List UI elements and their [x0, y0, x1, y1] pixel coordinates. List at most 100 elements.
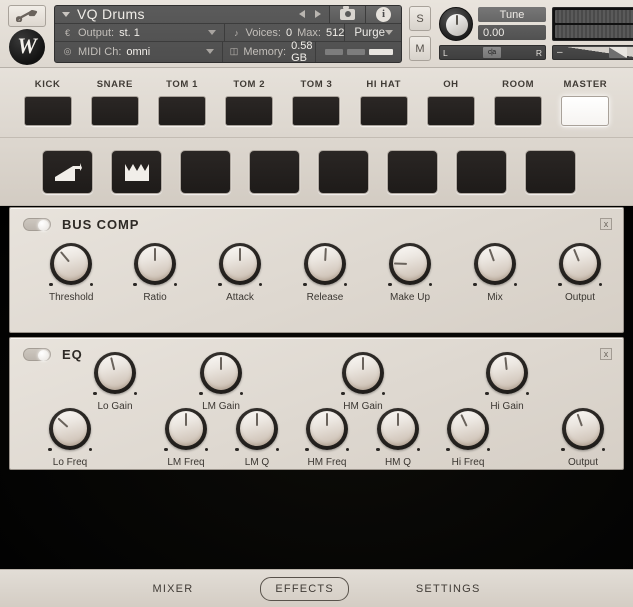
- info-button[interactable]: i: [365, 5, 401, 24]
- knob-dial[interactable]: [133, 243, 177, 286]
- instrument-name-cell[interactable]: VQ Drums: [55, 6, 299, 22]
- knob-lm-q[interactable]: LM Q: [235, 408, 279, 468]
- channel-strip-tom-1[interactable]: TOM 1: [148, 79, 215, 126]
- knob-dial[interactable]: [485, 352, 529, 395]
- knob-dial[interactable]: [561, 408, 605, 451]
- output-dropdown-icon[interactable]: [208, 30, 217, 36]
- knob-dial[interactable]: [388, 243, 432, 286]
- prev-arrow-icon[interactable]: [299, 10, 305, 19]
- pan-center-thumb[interactable]: c|a: [482, 47, 501, 58]
- knob-dial[interactable]: [303, 243, 347, 286]
- knob-hm-freq[interactable]: HM Freq: [305, 408, 349, 468]
- fx-slot-8[interactable]: [525, 149, 576, 194]
- bus-comp-close-icon[interactable]: x: [600, 218, 612, 230]
- knob-hm-gain[interactable]: HM Gain: [341, 352, 385, 412]
- knob-release[interactable]: Release: [303, 243, 347, 303]
- tab-effects[interactable]: EFFECTS: [260, 576, 349, 601]
- knob-mix[interactable]: Mix: [473, 243, 517, 303]
- purge-dropdown[interactable]: Purge: [345, 27, 401, 39]
- fx-slot-2[interactable]: [111, 149, 162, 194]
- knob-hi-freq[interactable]: Hi Freq: [446, 408, 490, 468]
- knob-ratio[interactable]: Ratio: [133, 243, 177, 303]
- knob-max-dot: [345, 447, 349, 451]
- fx-slot-6[interactable]: [387, 149, 438, 194]
- channel-strip-oh[interactable]: OH: [417, 79, 484, 126]
- tune-value[interactable]: 0.00: [478, 25, 546, 40]
- eq-power-toggle[interactable]: [23, 348, 51, 361]
- purge-caret-icon[interactable]: [385, 30, 393, 36]
- channel-strip-tom-2[interactable]: TOM 2: [216, 79, 283, 126]
- fx-slot-5[interactable]: [318, 149, 369, 194]
- midi-dropdown-icon[interactable]: [205, 49, 214, 55]
- channel-select-button[interactable]: [494, 96, 543, 126]
- knob-dial[interactable]: [235, 408, 279, 451]
- knob-dial[interactable]: [446, 408, 490, 451]
- wrench-icon[interactable]: [8, 4, 46, 27]
- eq-close-icon[interactable]: x: [600, 348, 612, 360]
- channel-select-button[interactable]: [225, 96, 274, 126]
- knob-output[interactable]: Output: [558, 243, 602, 303]
- solo-button[interactable]: S: [409, 6, 431, 31]
- knob-dial[interactable]: [376, 408, 420, 451]
- fx-slot-1[interactable]: [42, 149, 93, 194]
- knob-label: HM Q: [384, 457, 412, 468]
- pan-slider[interactable]: L c|a R: [439, 45, 546, 60]
- knob-lm-freq[interactable]: LM Freq: [164, 408, 208, 468]
- knob-dial[interactable]: [341, 352, 385, 395]
- channel-select-button[interactable]: [561, 96, 610, 126]
- knob-threshold[interactable]: Threshold: [49, 243, 93, 303]
- knob-dial[interactable]: [93, 352, 137, 395]
- volume-slider-thumb[interactable]: [609, 47, 627, 58]
- channel-strip-master[interactable]: MASTER: [552, 79, 619, 126]
- volume-slider[interactable]: – +: [552, 45, 633, 60]
- channel-strip-kick[interactable]: KICK: [14, 79, 81, 126]
- fx-slot-3[interactable]: [180, 149, 231, 194]
- knob-lo-freq[interactable]: Lo Freq: [48, 408, 92, 468]
- fx-slot-7[interactable]: [456, 149, 507, 194]
- wrench-glyph: [16, 9, 38, 22]
- knob-dial[interactable]: [305, 408, 349, 451]
- knob-dial[interactable]: [218, 243, 262, 286]
- tune-knob[interactable]: [439, 7, 473, 41]
- knob-hi-gain[interactable]: Hi Gain: [485, 352, 529, 412]
- channel-strip-room[interactable]: ROOM: [485, 79, 552, 126]
- channel-select-button[interactable]: [292, 96, 341, 126]
- knob-make-up[interactable]: Make Up: [388, 243, 432, 303]
- channel-select-button[interactable]: [359, 96, 408, 126]
- knob-dial[interactable]: [558, 243, 602, 286]
- tab-mixer[interactable]: MIXER: [138, 577, 209, 601]
- tab-settings[interactable]: SETTINGS: [401, 577, 496, 601]
- output-field[interactable]: € Output: st. 1: [55, 24, 226, 42]
- snapshot-button[interactable]: [329, 5, 365, 24]
- knob-attack[interactable]: Attack: [218, 243, 262, 303]
- knob-dial[interactable]: [199, 352, 243, 395]
- knob-hm-q[interactable]: HM Q: [376, 408, 420, 468]
- channel-strip-snare[interactable]: SNARE: [81, 79, 148, 126]
- knob-dial[interactable]: [49, 243, 94, 286]
- knob-indicator: [154, 248, 156, 261]
- next-arrow-icon[interactable]: [315, 10, 321, 19]
- knob-max-dot: [416, 447, 420, 451]
- knob-output[interactable]: Output: [561, 408, 605, 468]
- bus-comp-power-toggle[interactable]: [23, 218, 51, 231]
- knob-dial[interactable]: [473, 243, 517, 286]
- knob-dial[interactable]: [164, 408, 208, 451]
- channel-strip-tom-3[interactable]: TOM 3: [283, 79, 350, 126]
- knob-lm-gain[interactable]: LM Gain: [199, 352, 243, 412]
- midi-channel-field[interactable]: ◎ MIDI Ch: omni: [55, 42, 223, 62]
- channel-select-button[interactable]: [90, 96, 139, 126]
- fx-slot-4[interactable]: [249, 149, 300, 194]
- knob-dial[interactable]: [48, 408, 92, 451]
- knob-lo-gain[interactable]: Lo Gain: [93, 352, 137, 412]
- chevron-down-icon[interactable]: [62, 11, 70, 17]
- channel-select-button[interactable]: [158, 96, 207, 126]
- tune-knob-indicator: [456, 15, 458, 25]
- preset-nav-arrows[interactable]: [299, 10, 329, 19]
- memory-field: ◫ Memory: 0.58 GB: [223, 40, 316, 62]
- purge-bar-2: [347, 48, 365, 55]
- mute-button[interactable]: M: [409, 36, 431, 61]
- channel-select-button[interactable]: [426, 96, 475, 126]
- channel-strip-hi-hat[interactable]: HI HAT: [350, 79, 417, 126]
- channel-select-button[interactable]: [23, 96, 72, 126]
- bus-comp-panel: BUS COMP x Threshold Ratio Attack Release Ma…: [9, 207, 624, 333]
